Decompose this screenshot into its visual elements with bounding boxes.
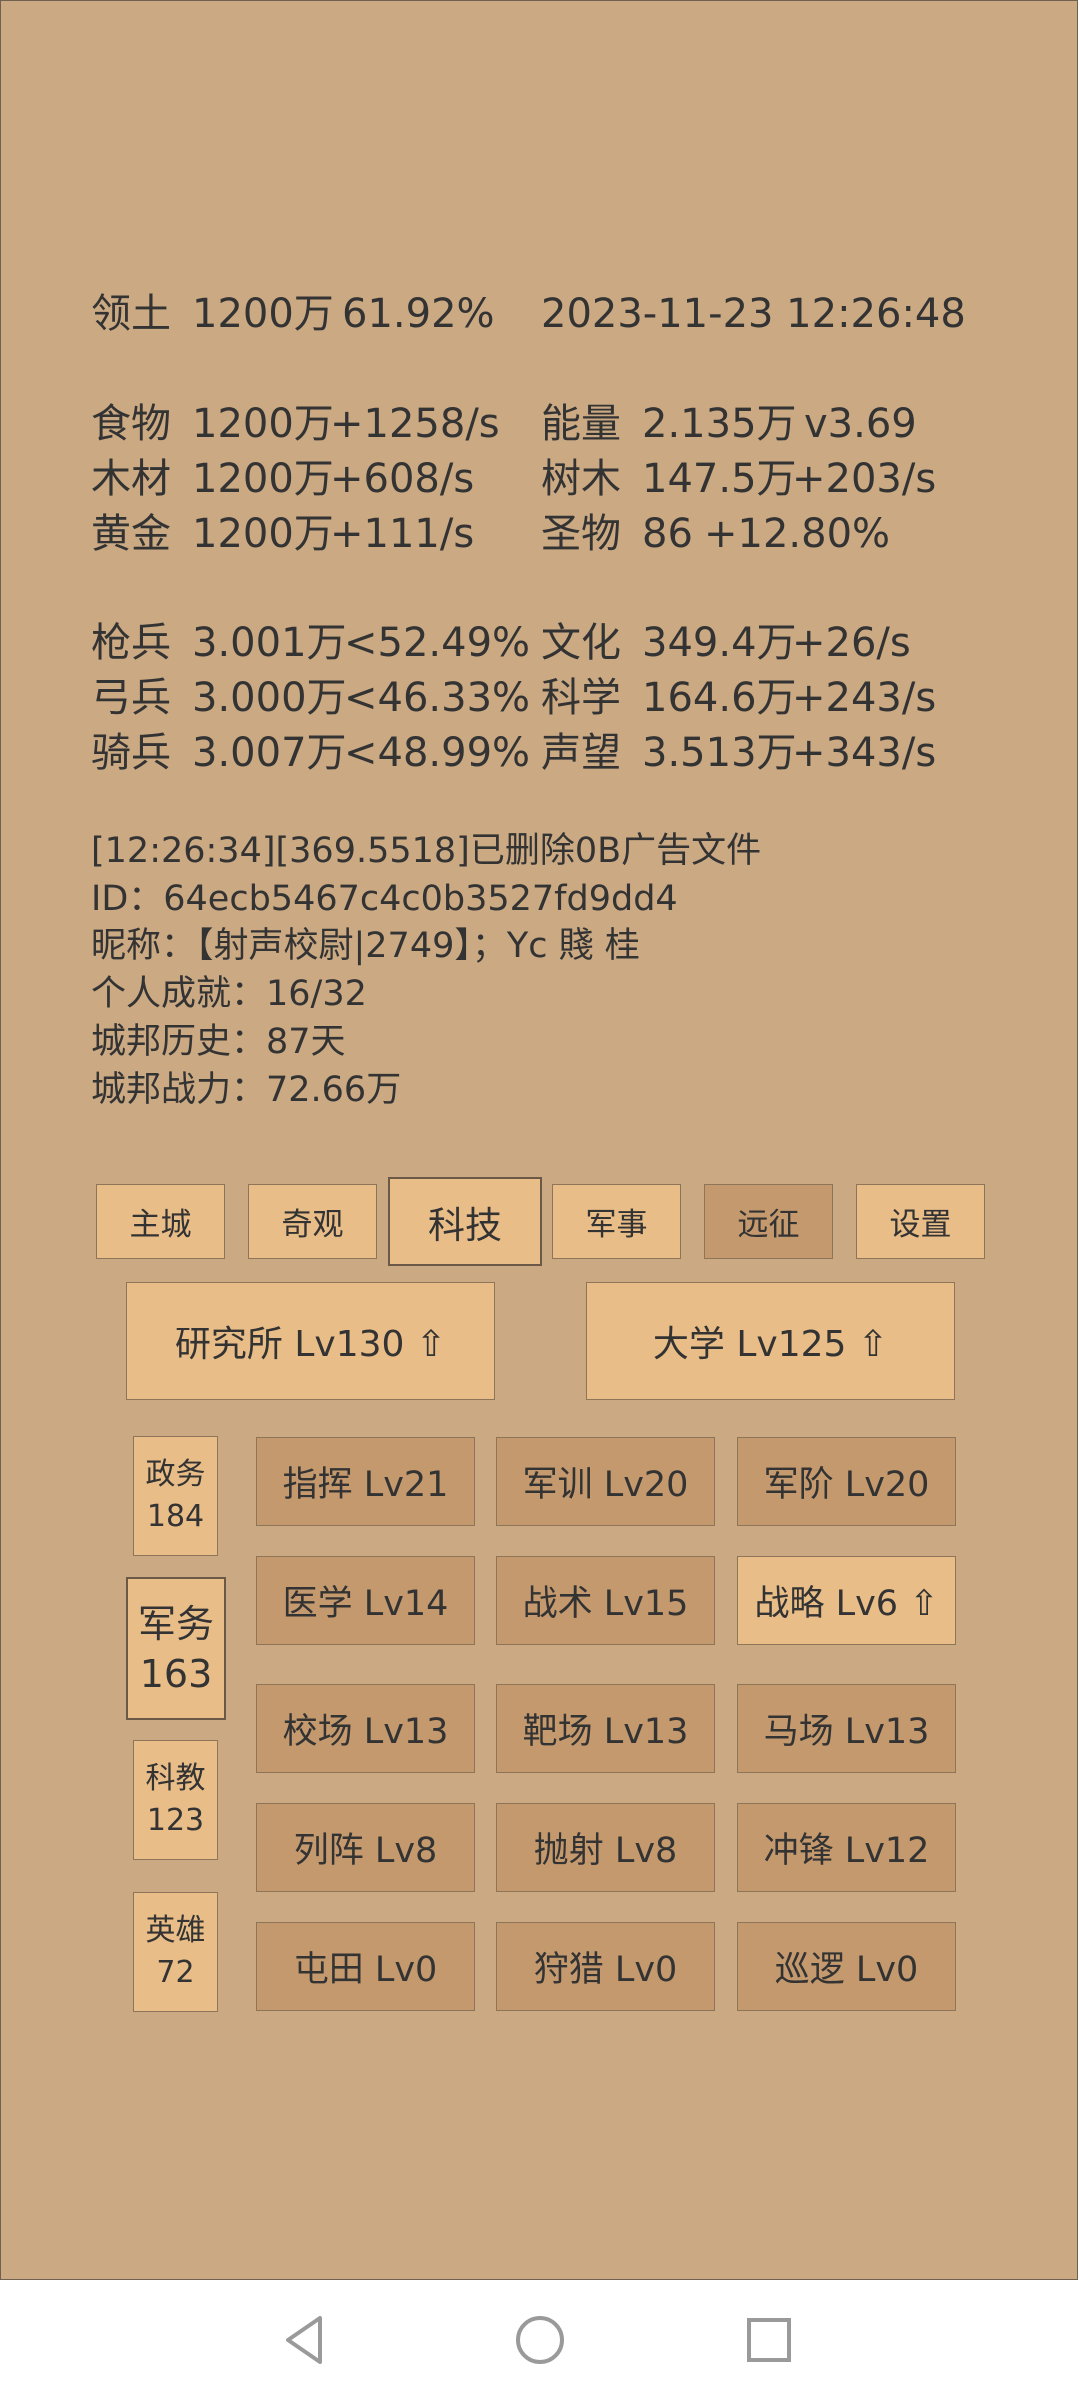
tab-expedition[interactable]: 远征 [704, 1184, 833, 1259]
stat-value: 3.513万 [642, 730, 797, 776]
resource-value: 86 [642, 511, 693, 557]
category-name: 科教 [145, 1761, 206, 1796]
tech-rank[interactable]: 军阶 Lv20 [737, 1437, 956, 1526]
resource-value: 1200万 [192, 456, 334, 502]
tech-formation[interactable]: 列阵 Lv8 [256, 1803, 475, 1892]
recents-button[interactable] [709, 2280, 829, 2400]
stat-label: 科学 [541, 675, 621, 721]
troop-label: 弓兵 [91, 675, 171, 721]
player-nickname: 昵称：【射声校尉|2749】；Yc 賤 桂 [91, 926, 640, 966]
tech-tactics[interactable]: 战术 Lv15 [496, 1556, 715, 1645]
recents-square-icon [747, 2318, 791, 2362]
troop-value: 3.000万 [192, 675, 347, 721]
resource-label: 食物 [91, 401, 171, 447]
resource-label: 木材 [91, 456, 171, 502]
tech-patrol[interactable]: 巡逻 Lv0 [737, 1922, 956, 2011]
home-button[interactable] [480, 2280, 600, 2400]
resource-label: 树木 [541, 456, 621, 502]
category-count: 123 [146, 1803, 205, 1838]
category-politics[interactable]: 政务 184 [133, 1436, 218, 1556]
tab-technology[interactable]: 科技 [388, 1177, 542, 1266]
city-power: 城邦战力：72.66万 [91, 1070, 402, 1110]
troop-label: 骑兵 [91, 730, 171, 776]
game-screen: 领土 1200万 61.92% 2023-11-23 12:26:48 食物 1… [0, 0, 1078, 2280]
category-count: 184 [146, 1499, 205, 1534]
troop-rate: <48.99% [344, 730, 531, 776]
tab-wonders[interactable]: 奇观 [248, 1184, 377, 1259]
player-id: ID：64ecb5467c4c0b3527fd9dd4 [91, 879, 678, 919]
category-name: 政务 [145, 1457, 206, 1492]
category-name: 英雄 [145, 1913, 206, 1948]
territory-label: 领土 [91, 291, 171, 337]
category-education[interactable]: 科教 123 [133, 1740, 218, 1860]
version-text: v3.69 [804, 401, 917, 447]
troop-value: 3.007万 [192, 730, 347, 776]
achievements: 个人成就：16/32 [91, 974, 367, 1014]
back-button[interactable] [248, 2280, 368, 2400]
tech-projectile[interactable]: 抛射 Lv8 [496, 1803, 715, 1892]
tech-strategy[interactable]: 战略 Lv6 ⇧ [737, 1556, 956, 1645]
category-count: 72 [156, 1955, 195, 1990]
stat-rate: +26/s [792, 620, 911, 666]
category-name: 军务 [137, 1601, 214, 1646]
resource-label: 圣物 [541, 511, 621, 557]
tech-training[interactable]: 军训 Lv20 [496, 1437, 715, 1526]
stat-value: 349.4万 [642, 620, 797, 666]
category-military-affairs[interactable]: 军务 163 [126, 1577, 226, 1720]
resource-value: 1200万 [192, 511, 334, 557]
troop-value: 3.001万 [192, 620, 347, 666]
research-institute-button[interactable]: 研究所 Lv130 ⇧ [126, 1282, 495, 1400]
resource-label: 能量 [541, 401, 621, 447]
tech-hunting[interactable]: 狩猎 Lv0 [496, 1922, 715, 2011]
territory-percent: 61.92% [342, 291, 495, 337]
datetime: 2023-11-23 12:26:48 [541, 291, 966, 337]
troop-rate: <46.33% [344, 675, 531, 721]
city-history: 城邦历史：87天 [91, 1022, 346, 1062]
resource-rate: +111/s [330, 511, 475, 557]
tech-stable[interactable]: 马场 Lv13 [737, 1684, 956, 1773]
tech-archery-range[interactable]: 靶场 Lv13 [496, 1684, 715, 1773]
tab-settings[interactable]: 设置 [856, 1184, 985, 1259]
stat-label: 声望 [541, 730, 621, 776]
tech-medicine[interactable]: 医学 Lv14 [256, 1556, 475, 1645]
resource-rate: +1258/s [330, 401, 500, 447]
stat-value: 164.6万 [642, 675, 797, 721]
tab-main-city[interactable]: 主城 [96, 1184, 225, 1259]
resource-value: 1200万 [192, 401, 334, 447]
tech-farming[interactable]: 屯田 Lv0 [256, 1922, 475, 2011]
tech-charge[interactable]: 冲锋 Lv12 [737, 1803, 956, 1892]
resource-rate: +203/s [792, 456, 937, 502]
system-nav-bar [0, 2280, 1080, 2400]
resource-value: 2.135万 [642, 401, 797, 447]
stat-label: 文化 [541, 620, 621, 666]
resource-rate: +608/s [330, 456, 475, 502]
home-circle-icon [516, 2316, 564, 2364]
resource-rate: +12.80% [704, 511, 891, 557]
troop-rate: <52.49% [344, 620, 531, 666]
university-button[interactable]: 大学 Lv125 ⇧ [586, 1282, 955, 1400]
tech-drill-ground[interactable]: 校场 Lv13 [256, 1684, 475, 1773]
resource-label: 黄金 [91, 511, 171, 557]
tab-military[interactable]: 军事 [552, 1184, 681, 1259]
tech-command[interactable]: 指挥 Lv21 [256, 1437, 475, 1526]
resource-value: 147.5万 [642, 456, 797, 502]
stat-rate: +243/s [792, 675, 937, 721]
stat-rate: +343/s [792, 730, 937, 776]
category-heroes[interactable]: 英雄 72 [133, 1892, 218, 2012]
log-line: [12:26:34][369.5518]已删除0B广告文件 [91, 831, 762, 871]
troop-label: 枪兵 [91, 620, 171, 666]
category-count: 163 [139, 1651, 213, 1696]
back-triangle-icon [286, 2316, 322, 2364]
territory-value: 1200万 [192, 291, 334, 337]
